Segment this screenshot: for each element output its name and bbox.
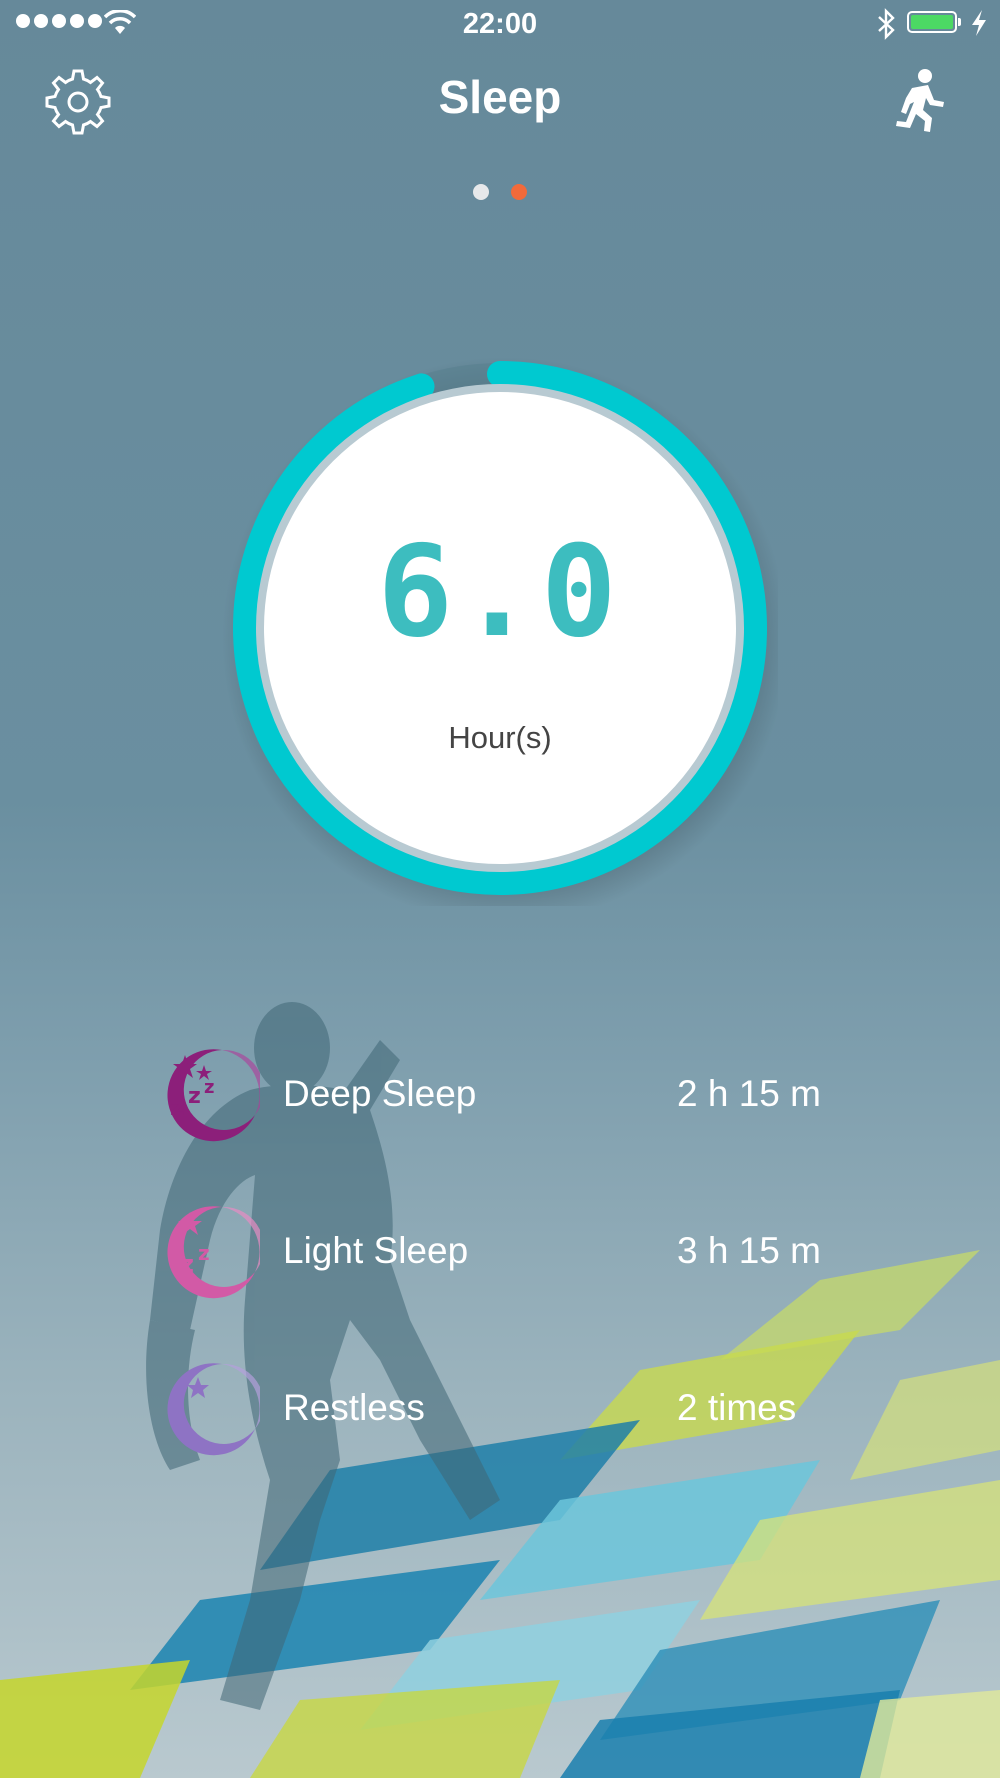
status-time: 22:00 xyxy=(462,8,538,40)
svg-text:z: z xyxy=(188,1084,201,1109)
stat-value: 2 h 15 m xyxy=(677,1073,821,1114)
battery-tip xyxy=(958,18,961,26)
svg-text:z: z xyxy=(204,1077,214,1098)
restless-moon-icon xyxy=(167,1363,260,1456)
stat-value: 2 times xyxy=(677,1387,797,1428)
stat-label: Deep Sleep xyxy=(283,1073,477,1114)
status-bar: 22:00 xyxy=(0,0,1000,50)
page-title: Sleep xyxy=(438,71,562,123)
sleep-screen: 22:00 Sleep 6.0 Hour(s) z z z Deep Sleep… xyxy=(0,0,1000,1778)
gear-icon xyxy=(45,69,111,135)
page-dot-2[interactable] xyxy=(511,184,527,200)
sleep-summary-ring: 6.0 Hour(s) xyxy=(222,350,778,906)
stat-value: 3 h 15 m xyxy=(677,1230,821,1271)
stat-label: Restless xyxy=(283,1387,425,1428)
battery-icon xyxy=(907,11,957,33)
running-person-icon xyxy=(896,69,944,132)
total-sleep-unit: Hour(s) xyxy=(448,720,552,755)
page-indicator[interactable] xyxy=(0,184,1000,200)
settings-button[interactable] xyxy=(44,68,112,136)
bluetooth-icon xyxy=(878,8,895,40)
stat-row-restless[interactable]: Restless 2 times xyxy=(160,1359,860,1459)
svg-text:z: z xyxy=(180,1250,194,1278)
stat-label: Light Sleep xyxy=(283,1230,469,1271)
svg-text:z: z xyxy=(198,1241,210,1265)
stat-row-deep-sleep[interactable]: z z z Deep Sleep 2 h 15 m xyxy=(160,1045,860,1145)
activity-button[interactable] xyxy=(890,68,954,134)
svg-text:z: z xyxy=(170,1092,185,1122)
stat-row-light-sleep[interactable]: z z Light Sleep 3 h 15 m xyxy=(160,1202,860,1302)
page-dot-1[interactable] xyxy=(473,184,489,200)
total-sleep-value: 6.0 xyxy=(377,518,623,665)
light-sleep-moon-icon: z z xyxy=(167,1206,260,1299)
charging-icon xyxy=(972,10,986,36)
deep-sleep-moon-icon: z z z xyxy=(167,1049,260,1142)
